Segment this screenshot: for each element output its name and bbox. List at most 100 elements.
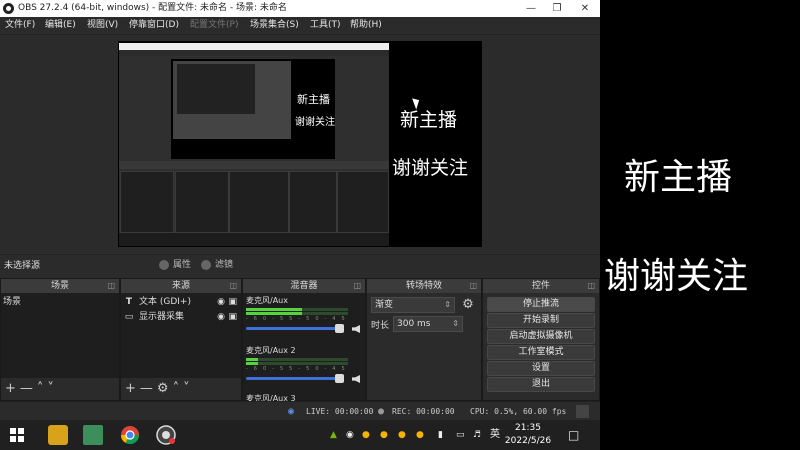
tray-owl-icon[interactable]: ● xyxy=(398,427,406,443)
stop-streaming-button[interactable]: 停止推流 xyxy=(487,297,595,312)
menu-scene-collection[interactable]: 场景集合(S) xyxy=(250,17,299,34)
remove-source-icon[interactable]: — xyxy=(140,381,157,396)
dock-pin-icon[interactable]: ◫ xyxy=(353,279,361,293)
sources-title: 来源 xyxy=(171,281,190,291)
eye-icon[interactable]: ◉ xyxy=(217,295,225,309)
source-toolbar: 未选择源 属性 滤镜 xyxy=(0,254,600,275)
tray-owl-icon[interactable]: ● xyxy=(416,427,424,443)
overlay-text-line2: 谢谢关注 xyxy=(604,256,749,297)
menu-profile[interactable]: 配置文件(P) xyxy=(190,17,238,34)
dock-pin-icon[interactable]: ◫ xyxy=(229,279,237,293)
speaker-icon[interactable] xyxy=(352,375,360,383)
remove-scene-icon[interactable]: — xyxy=(20,381,37,396)
obs-logo-icon xyxy=(3,3,14,14)
owl-app-icon[interactable] xyxy=(48,425,68,445)
status-bar: ◉ LIVE: 00:00:00 ● REC: 00:00:00 CPU: 0.… xyxy=(0,401,600,421)
menu-view[interactable]: 视图(V) xyxy=(87,17,118,34)
network-status-icon xyxy=(576,405,589,418)
live-time: LIVE: 00:00:00 xyxy=(306,407,374,416)
volume-knob[interactable] xyxy=(335,374,344,383)
gear-icon[interactable]: ⚙ xyxy=(461,298,475,312)
lock-icon[interactable]: ▣ xyxy=(228,295,237,309)
dock-pin-icon[interactable]: ◫ xyxy=(587,279,595,293)
nested-obs-capture: 新主播 谢谢关注 xyxy=(119,43,389,246)
channel-name: 麦克风/Aux xyxy=(246,296,288,305)
text-icon: T xyxy=(125,297,133,307)
docks-row: 场景 ◫ 场景 +—˄˅ 来源 ◫ T 文本 (GDI+) ◉ ▣ ▭ 显示器采集 ◉ ▣ … xyxy=(0,278,600,403)
tray-owl-icon[interactable]: ● xyxy=(380,427,388,443)
volume-icon[interactable]: ♬ xyxy=(473,427,481,443)
dock-pin-icon[interactable]: ◫ xyxy=(107,279,115,293)
move-down-icon[interactable]: ˅ xyxy=(47,381,58,396)
cpu-fps: CPU: 0.5%, 60.00 fps xyxy=(470,407,567,416)
clock[interactable]: 21:35 2022/5/26 xyxy=(500,422,556,448)
menu-tools[interactable]: 工具(T) xyxy=(310,17,341,34)
tray-app-icon[interactable]: ◉ xyxy=(346,427,354,443)
menu-edit[interactable]: 编辑(E) xyxy=(45,17,76,34)
no-source-selected: 未选择源 xyxy=(4,261,41,271)
audio-meter xyxy=(246,358,348,361)
audio-meter xyxy=(246,362,348,365)
scene-item[interactable]: 场景 xyxy=(3,296,117,308)
windows-taskbar: ▲ ◉ ● ● ● ● ▮ ▭ ♬ 英 21:35 2022/5/26 □ xyxy=(0,420,600,450)
nested-text-1: 新主播 xyxy=(297,93,330,106)
lock-icon[interactable]: ▣ xyxy=(228,310,237,324)
sources-dock: 来源 ◫ T 文本 (GDI+) ◉ ▣ ▭ 显示器采集 ◉ ▣ +—⚙˄˅ xyxy=(120,278,242,401)
clock-date: 2022/5/26 xyxy=(504,436,552,446)
menu-help[interactable]: 帮助(H) xyxy=(350,17,382,34)
obs-taskbar-icon[interactable] xyxy=(156,425,176,445)
preview-canvas[interactable]: 新主播 谢谢关注 新主播 谢谢关注 xyxy=(118,41,482,247)
source-item[interactable]: ▭ 显示器采集 ◉ ▣ xyxy=(123,310,239,324)
rec-time: REC: 00:00:00 xyxy=(392,407,455,416)
mixer-dock: 混音器 ◫ 麦克风/Aux -60-55-50-45-40-35-30-25-20… xyxy=(242,278,366,403)
start-recording-button[interactable]: 开始录制 xyxy=(487,313,595,328)
scenes-dock: 场景 ◫ 场景 +—˄˅ xyxy=(0,278,120,401)
add-scene-icon[interactable]: + xyxy=(5,381,20,396)
microphone-icon[interactable]: ▮ xyxy=(438,427,443,443)
monitor-icon: ▭ xyxy=(124,312,134,322)
duration-label: 时长 xyxy=(371,321,390,331)
settings-button[interactable]: 设置 xyxy=(487,361,595,376)
add-source-icon[interactable]: + xyxy=(125,381,140,396)
menu-file[interactable]: 文件(F) xyxy=(5,17,35,34)
windows-start-icon[interactable] xyxy=(10,427,24,442)
nested-text-2: 谢谢关注 xyxy=(295,117,335,128)
notification-icon[interactable]: □ xyxy=(568,427,579,443)
transitions-title: 转场特效 xyxy=(405,281,442,291)
filters-button[interactable]: 滤镜 xyxy=(198,256,233,274)
exit-button[interactable]: 退出 xyxy=(487,377,595,392)
start-virtual-camera-button[interactable]: 启动虚拟摄像机 xyxy=(487,329,595,344)
move-up-icon[interactable]: ˄ xyxy=(173,381,184,396)
source-settings-icon[interactable]: ⚙ xyxy=(157,381,173,396)
channel-name: 麦克风/Aux 2 xyxy=(246,346,296,355)
title-bar: OBS 27.2.4 (64-bit, windows) - 配置文件: 未命名… xyxy=(0,0,600,17)
nvidia-icon[interactable]: ▲ xyxy=(330,427,337,443)
duration-input[interactable]: 300 ms ⇕ xyxy=(393,316,463,332)
volume-slider[interactable] xyxy=(246,374,344,383)
speaker-icon[interactable] xyxy=(352,325,360,333)
dock-pin-icon[interactable]: ◫ xyxy=(469,279,477,293)
transition-select[interactable]: 渐变 ⇕ xyxy=(371,297,455,313)
preview-text-line1: 新主播 xyxy=(400,109,458,131)
volume-slider[interactable] xyxy=(246,324,344,333)
move-up-icon[interactable]: ˄ xyxy=(37,381,48,396)
close-icon[interactable]: ✕ xyxy=(572,0,598,17)
preview-text-line2: 谢谢关注 xyxy=(392,157,469,179)
battery-icon[interactable]: ▭ xyxy=(456,427,465,443)
source-item[interactable]: T 文本 (GDI+) ◉ ▣ xyxy=(123,295,239,309)
menu-docks[interactable]: 停靠窗口(D) xyxy=(129,17,179,34)
move-down-icon[interactable]: ˅ xyxy=(183,381,194,396)
eye-icon[interactable]: ◉ xyxy=(217,310,225,324)
chrome-icon[interactable] xyxy=(120,425,140,445)
mixer-channel: 麦克风/Aux -60-55-50-45-40-35-30-25-20-15-1… xyxy=(246,295,362,341)
minimize-icon[interactable]: — xyxy=(518,0,544,17)
notes-app-icon[interactable] xyxy=(83,425,103,445)
studio-mode-button[interactable]: 工作室模式 xyxy=(487,345,595,360)
maximize-icon[interactable]: ❐ xyxy=(544,0,570,17)
tray-app-icon[interactable]: ● xyxy=(362,427,370,443)
ime-indicator[interactable]: 英 xyxy=(490,427,500,443)
mixer-title: 混音器 xyxy=(290,281,318,291)
volume-knob[interactable] xyxy=(335,324,344,333)
obs-window: OBS 27.2.4 (64-bit, windows) - 配置文件: 未命名… xyxy=(0,0,600,421)
properties-button[interactable]: 属性 xyxy=(156,256,191,274)
